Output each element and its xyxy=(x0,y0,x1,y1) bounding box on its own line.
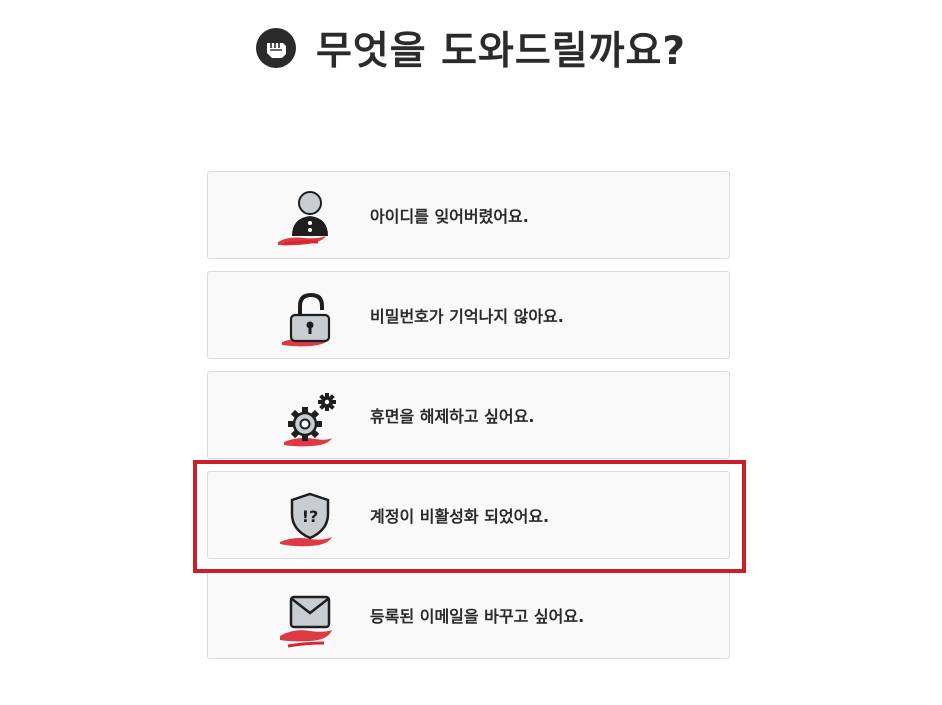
account-deactivated-option[interactable]: !? 계정이 비활성화 되었어요. xyxy=(207,471,730,559)
gears-icon xyxy=(274,384,344,452)
option-label: 아이디를 잊어버렸어요. xyxy=(370,207,529,226)
release-dormant-option[interactable]: 휴면을 해제하고 싶어요. xyxy=(207,371,730,459)
forgot-password-option[interactable]: 비밀번호가 기억나지 않아요. xyxy=(207,271,730,359)
option-label: 비밀번호가 기억나지 않아요. xyxy=(370,307,564,326)
padlock-icon xyxy=(274,284,344,352)
option-label: 등록된 이메일을 바꾸고 싶어요. xyxy=(370,607,585,626)
page-title: 무엇을 도와드릴까요? xyxy=(315,29,687,74)
envelope-icon xyxy=(274,584,344,652)
forgot-id-option[interactable]: 아이디를 잊어버렸어요. xyxy=(207,171,730,259)
option-label: 휴면을 해제하고 싶어요. xyxy=(370,407,535,426)
svg-text:!?: !? xyxy=(302,507,319,526)
shield-alert-icon: !? xyxy=(274,484,344,552)
change-email-option[interactable]: 등록된 이메일을 바꾸고 싶어요. xyxy=(207,571,730,659)
person-icon xyxy=(274,184,344,252)
fist-logo-icon xyxy=(255,28,296,68)
option-label: 계정이 비활성화 되었어요. xyxy=(370,507,550,526)
page-header: 무엇을 도와드릴까요? xyxy=(0,18,942,78)
